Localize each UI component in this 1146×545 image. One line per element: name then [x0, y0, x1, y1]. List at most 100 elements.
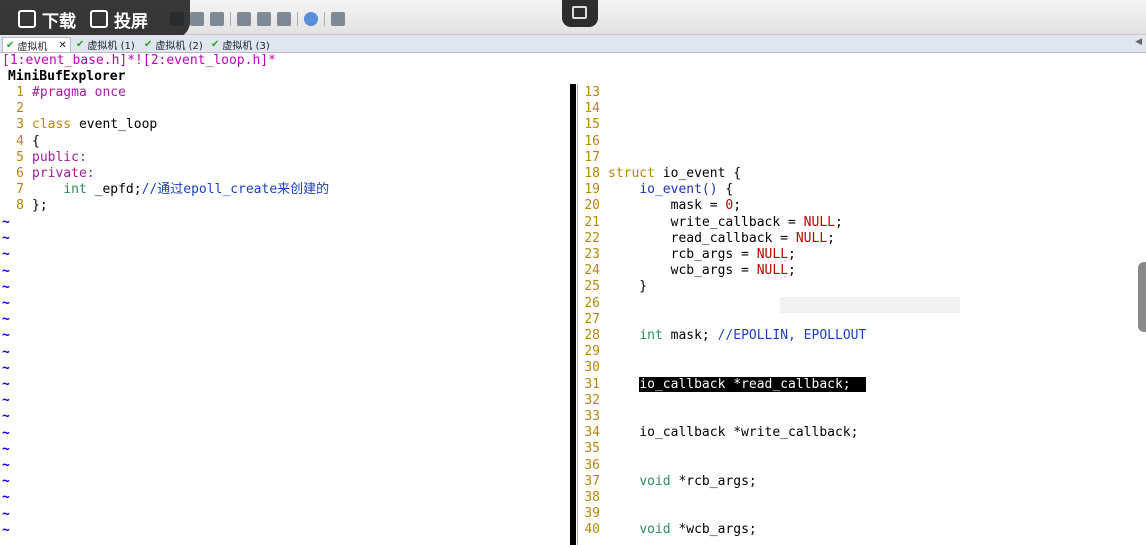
line-number: 6 — [16, 166, 24, 181]
settings-icon[interactable] — [237, 12, 251, 26]
cast-button[interactable]: 投屏 — [90, 7, 148, 32]
tab-scroll-left-icon[interactable]: ◀ — [1135, 37, 1142, 47]
minibuf-buffer-list[interactable]: [1:event_base.h]*![2:event_loop.h]* — [2, 53, 276, 68]
line-number: 8 — [16, 198, 24, 214]
line-number: 3 — [16, 117, 24, 133]
code-text: void *wcb_args; — [639, 522, 757, 538]
line-number: 5 — [16, 149, 24, 165]
check-icon: ✔ — [6, 39, 15, 51]
picture-in-picture-button[interactable] — [562, 0, 598, 27]
line-number: 36 — [584, 457, 600, 473]
check-icon: ✔ — [211, 38, 220, 50]
code-line[interactable]: 34 io_callback *write_callback; — [580, 425, 858, 441]
line-number: 14 — [584, 101, 600, 117]
empty-line-tilde: ~ — [2, 247, 10, 263]
pin-icon[interactable] — [277, 12, 291, 26]
line-number: 37 — [584, 473, 600, 489]
code-text: io_callback *read_callback; — [608, 376, 867, 392]
code-text: wcb_args = NULL; — [608, 263, 796, 279]
snapshot-icon[interactable] — [257, 12, 271, 26]
code-line[interactable]: 33 — [580, 409, 608, 425]
code-line[interactable]: 31 io_callback *read_callback; — [580, 376, 867, 393]
help-icon[interactable] — [304, 12, 318, 26]
video-overlay-bar: 下载 投屏 — [0, 0, 190, 38]
code-line[interactable]: 21 write_callback = NULL; — [580, 214, 842, 231]
code-text: int _epfd;//通过epoll_create来创建的 — [63, 182, 330, 198]
code-line[interactable]: 27 — [580, 312, 608, 328]
visual-selection: io_callback *read_callback; — [639, 376, 867, 392]
code-text: struct io_event { — [608, 166, 742, 181]
line-number: 16 — [584, 133, 600, 149]
code-line[interactable]: 25 } — [580, 279, 647, 295]
code-text: } — [608, 279, 648, 295]
code-line[interactable]: 29 — [580, 344, 608, 360]
empty-line-tilde: ~ — [2, 296, 10, 311]
line-number: 40 — [584, 522, 600, 538]
line-number: 13 — [584, 85, 600, 100]
disk-icon[interactable] — [210, 12, 224, 26]
code-line[interactable]: 38 — [580, 490, 608, 506]
side-scroll-handle[interactable] — [1138, 262, 1146, 332]
code-line[interactable]: 5 public: — [6, 150, 87, 166]
code-line[interactable]: 32 — [580, 393, 608, 409]
line-number: 24 — [584, 263, 600, 279]
code-line[interactable]: 23 rcb_args = NULL; — [580, 247, 796, 263]
code-line[interactable]: 30 — [580, 360, 608, 376]
code-line[interactable]: 36 — [580, 458, 608, 474]
tab-vm-1[interactable]: ✔ 虚拟机 (1) — [76, 37, 135, 52]
code-line[interactable]: 20 mask = 0; — [580, 198, 741, 214]
code-line[interactable]: 15 — [580, 117, 608, 133]
printer-icon[interactable] — [190, 12, 204, 26]
line-number: 30 — [584, 360, 600, 376]
vim-editor[interactable]: [1:event_base.h]*![2:event_loop.h]* Mini… — [0, 52, 1146, 545]
code-line[interactable]: 4{ — [6, 134, 40, 150]
close-icon[interactable]: ✕ — [58, 40, 66, 51]
line-number: 28 — [584, 328, 600, 343]
code-line[interactable]: 37 void *rcb_args; — [580, 473, 756, 490]
window-split-bar[interactable] — [570, 84, 576, 545]
code-line[interactable]: 1 #pragma once — [6, 85, 126, 101]
empty-line-tilde: ~ — [2, 425, 10, 441]
code-line[interactable]: 40 void *wcb_args; — [580, 522, 757, 538]
code-line[interactable]: 2 — [6, 101, 32, 117]
fullscreen-icon[interactable] — [331, 12, 345, 26]
code-line[interactable]: 24 wcb_args = NULL; — [580, 263, 796, 279]
code-line[interactable]: 22 read_callback = NULL; — [580, 231, 835, 247]
code-line[interactable]: 16 — [580, 134, 608, 150]
tab-vm[interactable]: ✔ 虚拟机 ✕ — [2, 37, 71, 53]
tab-vm-2[interactable]: ✔ 虚拟机 (2) — [144, 37, 203, 52]
code-line[interactable]: 7 int _epfd;//通过epoll_create来创建的 — [6, 182, 329, 198]
empty-line-tilde: ~ — [2, 490, 10, 506]
code-line[interactable]: 39 — [580, 506, 608, 522]
line-number: 21 — [584, 214, 600, 230]
download-icon — [18, 10, 36, 28]
code-text: { — [32, 133, 40, 149]
code-line[interactable]: 28 int mask; //EPOLLIN, EPOLLOUT — [580, 328, 866, 344]
minibuf-title: MiniBufExplorer — [8, 69, 126, 84]
window-split-line — [577, 84, 578, 545]
vm-tab-bar: ✔ 虚拟机 ✕ ✔ 虚拟机 (1) ✔ 虚拟机 (2) ✔ 虚拟机 (3) ◀ — [0, 35, 1146, 53]
empty-line-tilde: ~ — [2, 328, 10, 344]
code-line[interactable]: 19 io_event() { — [580, 182, 733, 198]
line-number: 27 — [584, 311, 600, 327]
code-line[interactable]: 3 class event_loop — [6, 117, 157, 133]
empty-line-tilde: ~ — [2, 279, 10, 295]
code-line[interactable]: 8}; — [6, 198, 48, 214]
code-line[interactable]: 35 — [580, 441, 608, 457]
tab-label: 虚拟机 (3) — [222, 40, 270, 52]
code-line[interactable]: 14 — [580, 101, 608, 117]
toolbar-separator — [297, 12, 298, 26]
empty-line-tilde: ~ — [2, 360, 10, 376]
code-line[interactable]: 13 — [580, 85, 608, 101]
code-line[interactable]: 26 — [580, 296, 608, 312]
code-text: rcb_args = NULL; — [608, 247, 796, 262]
download-button[interactable]: 下载 — [18, 7, 76, 32]
code-text: }; — [32, 198, 48, 214]
empty-line-tilde: ~ — [2, 458, 10, 473]
code-line[interactable]: 18 struct io_event { — [580, 166, 741, 182]
line-number: 33 — [584, 409, 600, 424]
code-line[interactable]: 17 — [580, 150, 608, 166]
tab-label: 虚拟机 (1) — [87, 40, 135, 52]
tab-vm-3[interactable]: ✔ 虚拟机 (3) — [211, 37, 270, 52]
code-line[interactable]: 6 private: — [6, 166, 94, 182]
